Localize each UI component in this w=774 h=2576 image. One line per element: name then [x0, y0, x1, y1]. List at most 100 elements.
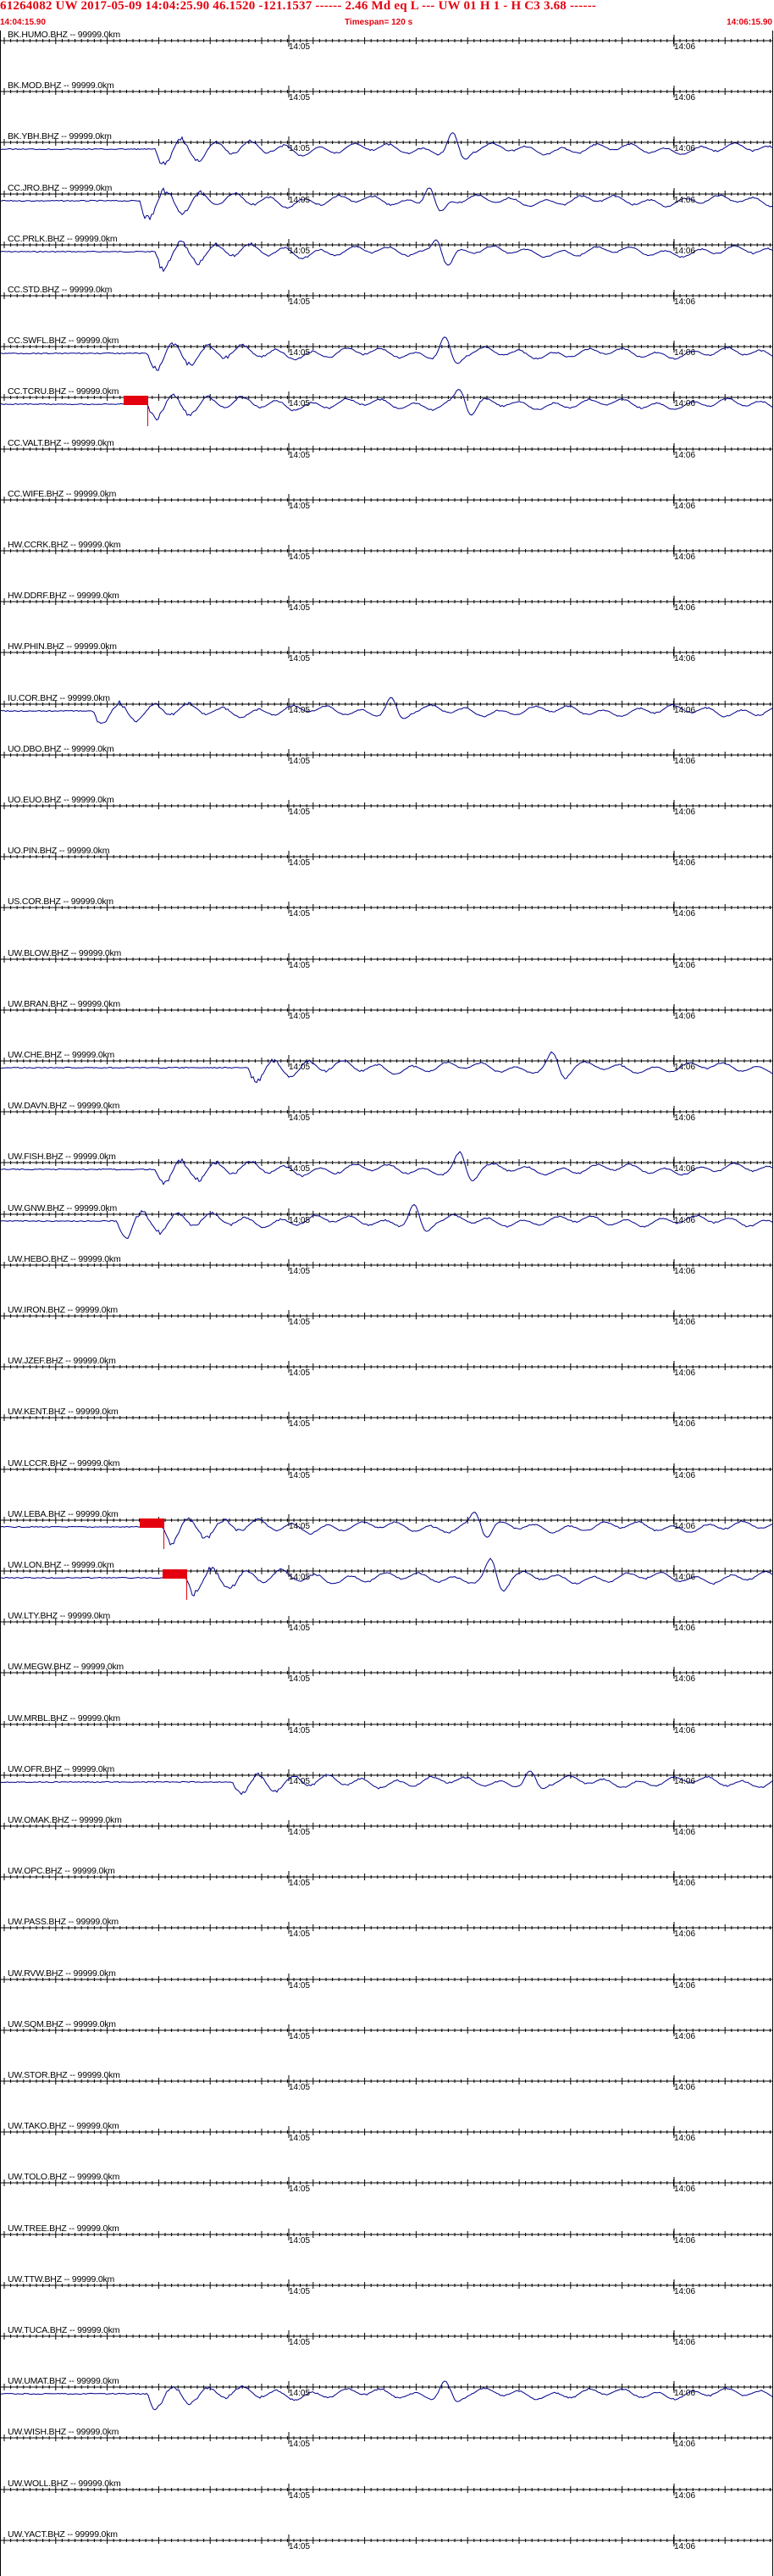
time-tick-label: 14:06 [674, 1419, 696, 1430]
time-tick-label: 14:05 [289, 654, 311, 664]
time-tick-label: 14:06 [674, 93, 696, 103]
trace-row: UW.MEGW.BHZ -- 99999.0km 14:05 14:06 [1, 1656, 774, 1707]
time-tick-label: 14:05 [289, 1573, 311, 1582]
time-tick-label: 14:06 [674, 1164, 696, 1174]
time-tick-label: 14:06 [674, 1318, 696, 1327]
phase-pick-marker[interactable] [139, 1518, 163, 1528]
phase-pick-line [147, 396, 149, 427]
trace-row: UW.LEBA.BHZ -- 99999.0km 14:05 14:06 [0, 1503, 774, 1554]
trace-row: US.COR.BHZ -- 99999.0km 14:05 14:06 [1, 891, 774, 941]
station-label: CC.SWFL.BHZ -- 99999.0km [8, 336, 119, 347]
time-tick-label: 14:05 [289, 450, 311, 460]
time-tick-label: 14:05 [289, 1215, 311, 1225]
trace-row: UW.BLOW.BHZ -- 99999.0km 14:05 14:06 [1, 942, 774, 993]
waveform [0, 1151, 774, 1186]
time-tick-label: 14:06 [674, 1063, 696, 1072]
trace-row: HW.CCRK.BHZ -- 99999.0km 14:05 14:06 [1, 534, 774, 585]
waveform [0, 132, 774, 166]
trace-axis [1, 748, 773, 761]
trace-row: UW.LCCR.BHZ -- 99999.0km 14:05 14:06 [1, 1452, 774, 1503]
trace-axis [1, 86, 773, 98]
time-tick-label: 14:06 [674, 144, 696, 154]
station-label: UW.OPC.BHZ -- 99999.0km [8, 1866, 115, 1877]
trace-axis [1, 1973, 773, 1985]
station-label: BK.YBH.BHZ -- 99999.0km [8, 131, 112, 142]
time-tick-label: 14:06 [674, 1828, 696, 1837]
waveform [0, 1770, 774, 1796]
time-tick-label: 14:05 [289, 1266, 311, 1276]
time-tick-label: 14:05 [289, 1011, 311, 1021]
time-tick-label: 14:05 [289, 399, 311, 409]
trace-axis [1, 442, 773, 455]
time-tick-label: 14:06 [674, 654, 696, 664]
trace-row: CC.TCRU.BHZ -- 99999.0km 14:05 14:06 [0, 380, 774, 431]
trace-axis [1, 1361, 773, 1374]
trace-row: UW.OMAK.BHZ -- 99999.0km 14:05 14:06 [1, 1809, 774, 1860]
time-tick-label: 14:06 [674, 705, 696, 715]
time-tick-label: 14:06 [674, 501, 696, 511]
trace-row: UW.KENT.BHZ -- 99999.0km 14:05 14:06 [1, 1401, 774, 1452]
time-tick-label: 14:06 [674, 858, 696, 869]
trace-row: IU.COR.BHZ -- 99999.0km 14:05 14:06 [0, 687, 774, 738]
trace-row: UW.OFR.BHZ -- 99999.0km 14:05 14:06 [0, 1758, 774, 1809]
station-label: UW.MRBL.BHZ -- 99999.0km [8, 1713, 120, 1724]
time-tick-label: 14:06 [674, 1521, 696, 1531]
station-label: UW.BRAN.BHZ -- 99999.0km [8, 998, 120, 1009]
time-tick-label: 14:05 [289, 1368, 311, 1379]
time-tick-label: 14:06 [674, 1215, 696, 1225]
time-tick-label: 14:05 [289, 808, 311, 817]
time-tick-label: 14:06 [674, 1266, 696, 1276]
trace-row: UW.CHE.BHZ -- 99999.0km 14:05 14:06 [0, 1044, 774, 1095]
time-tick-label: 14:06 [674, 808, 696, 817]
trace-row: UW.OPC.BHZ -- 99999.0km 14:05 14:06 [1, 1860, 774, 1911]
time-tick-label: 14:05 [289, 297, 311, 307]
time-tick-label: 14:06 [674, 960, 696, 970]
trace-row: CC.PRLK.BHZ -- 99999.0km 14:05 14:06 [0, 228, 774, 279]
time-tick-label: 14:05 [289, 858, 311, 869]
time-tick-label: 14:06 [674, 195, 696, 205]
time-tick-label: 14:06 [674, 348, 696, 358]
time-tick-label: 14:05 [289, 1063, 311, 1072]
time-tick-label: 14:05 [289, 348, 311, 358]
time-tick-label: 14:05 [289, 144, 311, 154]
time-tick-label: 14:05 [289, 1470, 311, 1480]
time-tick-label: 14:06 [674, 450, 696, 460]
trace-row: UW.LON.BHZ -- 99999.0km 14:05 14:06 [0, 1554, 774, 1605]
time-tick-label: 14:05 [289, 1113, 311, 1124]
time-tick-label: 14:06 [674, 297, 696, 307]
time-tick-label: 14:05 [289, 1929, 311, 1940]
time-tick-label: 14:06 [674, 1573, 696, 1582]
time-tick-label: 14:05 [289, 42, 311, 52]
time-tick-label: 14:05 [289, 195, 311, 205]
trace-row: UW.BRAN.BHZ -- 99999.0km 14:05 14:06 [1, 993, 774, 1044]
station-label: CC.STD.BHZ -- 99999.0km [8, 285, 113, 295]
phase-pick-line [185, 1569, 187, 1600]
phase-pick-marker[interactable] [124, 396, 148, 406]
trace-row: HW.DDRF.BHZ -- 99999.0km 14:05 14:06 [1, 585, 774, 636]
time-tick-label: 14:05 [289, 1674, 311, 1685]
station-label: HW.CCRK.BHZ -- 99999.0km [8, 540, 121, 550]
station-label: UW.DAVN.BHZ -- 99999.0km [8, 1101, 120, 1112]
phase-pick-line [163, 1518, 164, 1549]
station-label: US.COR.BHZ -- 99999.0km [8, 897, 113, 908]
trace-row: UW.FISH.BHZ -- 99999.0km 14:05 14:06 [0, 1146, 774, 1196]
trace-row: UW.MRBL.BHZ -- 99999.0km 14:05 14:06 [1, 1707, 774, 1758]
trace-axis [0, 132, 774, 166]
station-label: UW.IRON.BHZ -- 99999.0km [8, 1305, 118, 1315]
time-tick-label: 14:05 [289, 705, 311, 715]
station-label: UW.FISH.BHZ -- 99999.0km [8, 1152, 116, 1163]
trace-axis [1, 1871, 773, 1884]
station-label: HW.PHIN.BHZ -- 99999.0km [8, 641, 117, 652]
trace-axis [0, 1557, 774, 1597]
trace-row: UO.DBO.BHZ -- 99999.0km 14:05 14:06 [1, 738, 774, 789]
phase-pick-marker[interactable] [162, 1569, 186, 1579]
trace-row: UW.LTY.BHZ -- 99999.0km 14:05 14:06 [1, 1605, 774, 1656]
trace-row: UW.RVW.BHZ -- 99999.0km 14:05 14:06 [1, 1963, 774, 2013]
station-label: CC.JRO.BHZ -- 99999.0km [8, 182, 113, 193]
trace-row: UW.DAVN.BHZ -- 99999.0km 14:05 14:06 [1, 1095, 774, 1146]
station-label: BK.HUMO.BHZ -- 99999.0km [8, 30, 120, 40]
time-tick-label: 14:05 [289, 1318, 311, 1327]
time-tick-label: 14:05 [289, 501, 311, 511]
time-tick-label: 14:06 [674, 1624, 696, 1634]
station-label: CC.WIFE.BHZ -- 99999.0km [8, 488, 117, 499]
